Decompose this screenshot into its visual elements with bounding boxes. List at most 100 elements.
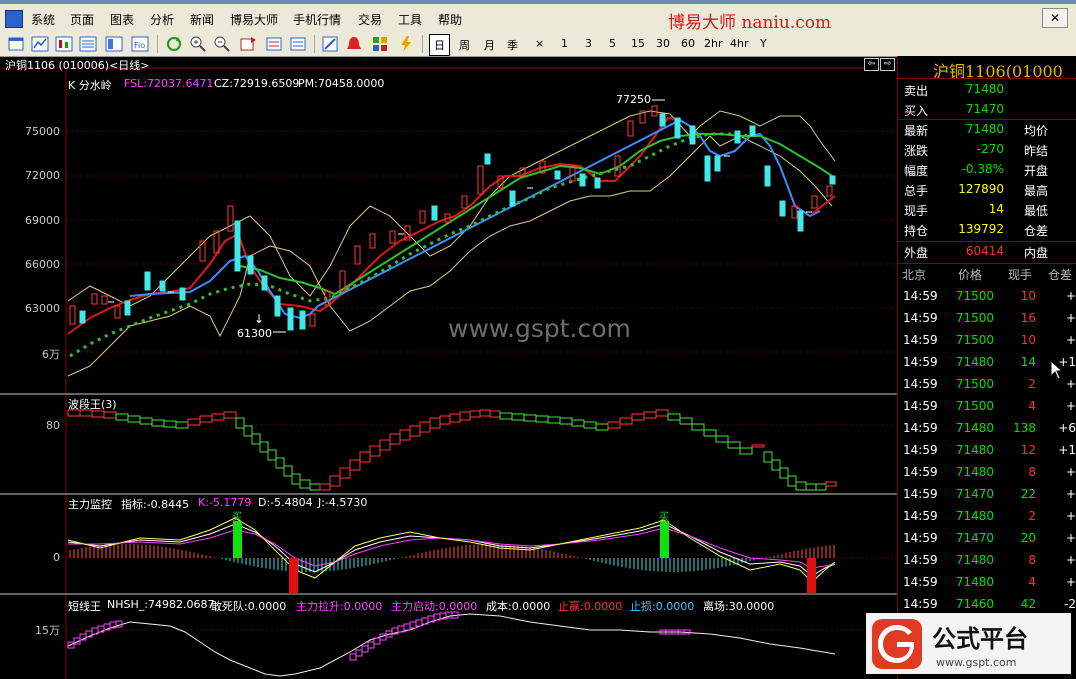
nav-next-button[interactable]: ⇨ [880, 58, 895, 71]
tick-price: 71500 [955, 311, 994, 325]
menu-system[interactable]: 系统 [31, 11, 55, 28]
buy-marker-bar [233, 521, 242, 558]
kline-icon[interactable] [54, 34, 74, 54]
logo-g-icon [872, 619, 922, 669]
tick-chg: -2 [1064, 597, 1076, 611]
tick-vol: 20 [1020, 531, 1036, 545]
draw-icon[interactable] [320, 34, 340, 54]
period-60m[interactable]: 60 [681, 37, 695, 50]
tick-chg: + [1065, 553, 1076, 567]
line-chart-icon[interactable] [30, 34, 50, 54]
main-indicator-name: K 分水岭 [68, 79, 112, 92]
chart-area[interactable]: ↓ [0, 56, 897, 679]
report-icon[interactable] [78, 34, 98, 54]
toolbar-divider [157, 35, 158, 53]
ma-green-line [239, 133, 836, 296]
period-30m[interactable]: 30 [656, 37, 670, 50]
tick-header: 价格 [958, 268, 983, 282]
menu-news[interactable]: 新闻 [190, 11, 214, 28]
menu-boyi[interactable]: 博易大师 [230, 11, 278, 28]
main-force-d: D:-5.4804 [258, 496, 313, 509]
period-month[interactable]: 月 [484, 37, 495, 53]
zoom-in-icon[interactable] [188, 34, 208, 54]
close-button[interactable]: ✕ [1042, 8, 1068, 28]
period-1m[interactable]: 1 [561, 37, 568, 50]
tick-price: 71480 [955, 443, 994, 457]
tick-time: 14:59 [903, 399, 938, 413]
menu-mobile[interactable]: 手机行情 [293, 11, 341, 28]
y-axis-label: 63000 [25, 302, 60, 315]
list-icon[interactable] [104, 34, 124, 54]
quote-value: -0.38% [961, 162, 1004, 176]
window-icon[interactable] [264, 34, 284, 54]
tick-time: 14:59 [903, 333, 938, 347]
quote-label: 卖出 [904, 84, 929, 98]
menu-analysis[interactable]: 分析 [150, 11, 174, 28]
period-2hr[interactable]: 2hr [704, 37, 723, 50]
tick-price: 71480 [955, 421, 994, 435]
tick-chg: + [1065, 311, 1076, 325]
alarm-icon[interactable] [344, 34, 364, 54]
app-icon[interactable] [5, 10, 23, 28]
logo-url: www.gspt.com [936, 656, 1017, 669]
period-week[interactable]: 周 [459, 37, 470, 53]
tick-time: 14:59 [903, 531, 938, 545]
nav-prev-button[interactable]: ⇦ [864, 58, 879, 71]
restore-icon[interactable] [238, 34, 258, 54]
period-5m[interactable]: 5 [609, 37, 616, 50]
refresh-icon[interactable] [164, 34, 184, 54]
tick-time: 14:59 [903, 377, 938, 391]
main-force-j: J:-4.5730 [318, 496, 368, 509]
tick-vol: 2 [1028, 377, 1036, 391]
menu-trade[interactable]: 交易 [358, 11, 382, 28]
kline-chart[interactable]: ↓ [0, 56, 897, 679]
window2-icon[interactable] [288, 34, 308, 54]
quote-divider [898, 241, 1076, 242]
quote-divider [898, 119, 1076, 120]
quote-label: 总手 [904, 184, 929, 198]
tick-header: 仓差 [1048, 268, 1073, 282]
quote-label: 外盘 [904, 246, 929, 260]
period-3m[interactable]: 3 [585, 37, 592, 50]
fsl-value: FSL:72037.6471 [124, 77, 214, 90]
quote-value: 71470 [965, 102, 1004, 116]
y-axis-label: 69000 [25, 214, 60, 227]
tick-chg: +6 [1058, 421, 1076, 435]
quote-value: 139792 [958, 222, 1004, 236]
period-year[interactable]: Y [760, 37, 767, 50]
zoom-out-icon[interactable] [212, 34, 232, 54]
buy-marker-text: 买 [232, 512, 242, 523]
quote-value: 71480 [965, 82, 1004, 96]
tick-price: 71480 [955, 355, 994, 369]
toolbar-divider [314, 35, 315, 53]
open-icon[interactable] [6, 34, 26, 54]
menu-page[interactable]: 页面 [70, 11, 94, 28]
formula-icon[interactable] [370, 34, 390, 54]
tick-vol: 2 [1028, 509, 1036, 523]
quote-label: 内盘 [1024, 246, 1049, 260]
main-force-k: K:-5.1779 [198, 496, 252, 509]
fsl-upper-band [67, 110, 836, 307]
tick-price: 71480 [955, 509, 994, 523]
tick-vol: 22 [1020, 487, 1036, 501]
short-y-label: 15万 [35, 624, 60, 637]
main-force-panel-name: 主力监控 [68, 498, 112, 511]
tick-price: 71470 [955, 487, 994, 501]
menu-tools[interactable]: 工具 [398, 11, 422, 28]
period-day[interactable]: 日 [429, 34, 450, 56]
toolbar-divider [422, 35, 423, 53]
short-king-pink-steps [67, 611, 691, 661]
period-4hr[interactable]: 4hr [730, 37, 749, 50]
menu-help[interactable]: 帮助 [438, 11, 462, 28]
period-quarter[interactable]: 季 [507, 37, 518, 53]
period-close[interactable]: × [535, 37, 544, 50]
period-15m[interactable]: 15 [631, 37, 645, 50]
f10-icon[interactable]: Fio [130, 34, 150, 54]
tick-vol: 8 [1028, 465, 1036, 479]
quote-label: 涨跌 [904, 144, 929, 158]
menu-chart[interactable]: 图表 [110, 11, 134, 28]
logo-name: 公式平台 [932, 625, 1028, 653]
lightning-icon[interactable] [396, 34, 416, 54]
tick-header: 北京 [902, 268, 927, 282]
tick-chg: + [1065, 487, 1076, 501]
